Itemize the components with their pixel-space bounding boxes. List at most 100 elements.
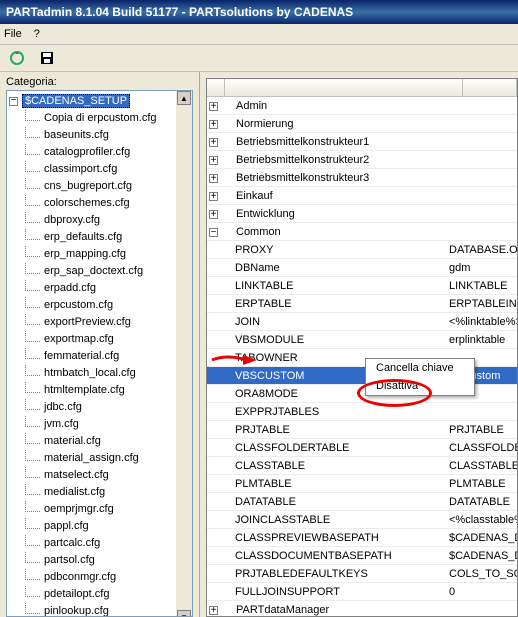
tree-item[interactable]: oemprjmgr.cfg bbox=[7, 500, 192, 517]
expand-icon[interactable]: + bbox=[209, 120, 218, 129]
tree-item[interactable]: jvm.cfg bbox=[7, 415, 192, 432]
tree-item[interactable]: material.cfg bbox=[7, 432, 192, 449]
grid-data-row[interactable]: CLASSTABLECLASSTABLE bbox=[207, 457, 517, 475]
grid-data-row[interactable]: EXPPRJTABLES bbox=[207, 403, 517, 421]
grid-value: <%classtable%> bbox=[445, 514, 517, 526]
grid-value: erplinktable bbox=[445, 334, 517, 346]
grid-group-row[interactable]: +Einkauf bbox=[207, 187, 517, 205]
tree-item[interactable]: pappl.cfg bbox=[7, 517, 192, 534]
grid-data-row[interactable]: DBNamegdm bbox=[207, 259, 517, 277]
grid-header bbox=[207, 79, 517, 97]
tree-item[interactable]: pdbconmgr.cfg bbox=[7, 568, 192, 585]
grid-key: CLASSFOLDERTABLE bbox=[207, 442, 350, 454]
expand-icon[interactable]: + bbox=[209, 192, 218, 201]
tree-item[interactable]: erp_sap_doctext.cfg bbox=[7, 262, 192, 279]
tree-item[interactable]: catalogprofiler.cfg bbox=[7, 143, 192, 160]
tree-item-label: femmaterial.cfg bbox=[42, 350, 121, 362]
tree-item[interactable]: cns_bugreport.cfg bbox=[7, 177, 192, 194]
grid-data-row[interactable]: ERPTABLEERPTABLEINI bbox=[207, 295, 517, 313]
tree-item[interactable]: erpcustom.cfg bbox=[7, 296, 192, 313]
tree-item-label: classimport.cfg bbox=[42, 163, 119, 175]
tree-item[interactable]: pdetailopt.cfg bbox=[7, 585, 192, 602]
grid-group-row[interactable]: +Betriebsmittelkonstrukteur2 bbox=[207, 151, 517, 169]
tree-item[interactable]: jdbc.cfg bbox=[7, 398, 192, 415]
grid-col-expand[interactable] bbox=[207, 79, 225, 96]
tree-item[interactable]: exportPreview.cfg bbox=[7, 313, 192, 330]
grid-data-row[interactable]: PLMTABLEPLMTABLE bbox=[207, 475, 517, 493]
tree-item-label: exportPreview.cfg bbox=[42, 316, 133, 328]
tree-item-label: Copia di erpcustom.cfg bbox=[42, 112, 159, 124]
tree-item[interactable]: htmbatch_local.cfg bbox=[7, 364, 192, 381]
tree-item[interactable]: Copia di erpcustom.cfg bbox=[7, 109, 192, 126]
scroll-up-icon[interactable]: ▲ bbox=[177, 91, 191, 105]
grid-data-row[interactable]: VBSMODULEerplinktable bbox=[207, 331, 517, 349]
grid-group-row[interactable]: −Common bbox=[207, 223, 517, 241]
grid-key: PRJTABLEDEFAULTKEYS bbox=[207, 568, 368, 580]
tree-view[interactable]: −$CADENAS_SETUP Copia di erpcustom.cfg bas… bbox=[6, 90, 193, 617]
tree-item[interactable]: exportmap.cfg bbox=[7, 330, 192, 347]
tree-item[interactable]: classimport.cfg bbox=[7, 160, 192, 177]
grid-data-row[interactable]: PRJTABLEDEFAULTKEYS COLS_TO_SO bbox=[207, 565, 517, 583]
expand-icon[interactable]: + bbox=[209, 210, 218, 219]
grid-group-row[interactable]: +Admin bbox=[207, 97, 517, 115]
grid-value: COLS_TO_SO bbox=[445, 568, 517, 580]
grid-key: LINKTABLE bbox=[207, 280, 294, 292]
tree-item[interactable]: pinlookup.cfg bbox=[7, 602, 192, 617]
tree-item[interactable]: partcalc.cfg bbox=[7, 534, 192, 551]
tree-item-label: partsol.cfg bbox=[42, 554, 97, 566]
grid-key: DATATABLE bbox=[207, 496, 296, 508]
ctx-disable[interactable]: Disattiva bbox=[366, 377, 474, 395]
grid-group-row[interactable]: +Entwicklung bbox=[207, 205, 517, 223]
expand-icon[interactable]: − bbox=[209, 228, 218, 237]
grid-group-row[interactable]: +PARTdataManager bbox=[207, 601, 517, 617]
grid-data-row[interactable]: LINKTABLELINKTABLE bbox=[207, 277, 517, 295]
tree-item[interactable]: baseunits.cfg bbox=[7, 126, 192, 143]
grid-value: $CADENAS_D bbox=[445, 550, 517, 562]
grid-data-row[interactable]: CLASSFOLDERTABLECLASSFOLDER bbox=[207, 439, 517, 457]
scrollbar[interactable]: ▲ ▼ bbox=[176, 91, 192, 616]
grid-data-row[interactable]: JOINCLASSTABLE<%classtable%> bbox=[207, 511, 517, 529]
ctx-delete-key[interactable]: Cancella chiave bbox=[366, 359, 474, 377]
grid-data-row[interactable]: FULLJOINSUPPORT0 bbox=[207, 583, 517, 601]
menu-file[interactable]: File bbox=[4, 28, 22, 40]
tree-item[interactable]: material_assign.cfg bbox=[7, 449, 192, 466]
grid-data-row[interactable]: DATATABLEDATATABLE bbox=[207, 493, 517, 511]
grid-group-row[interactable]: +Betriebsmittelkonstrukteur1 bbox=[207, 133, 517, 151]
grid-col-value[interactable] bbox=[463, 79, 517, 96]
tree-item-label: erpcustom.cfg bbox=[42, 299, 115, 311]
tree-item[interactable]: dbproxy.cfg bbox=[7, 211, 192, 228]
grid-data-row[interactable]: CLASSDOCUMENTBASEPATH $CADENAS_D bbox=[207, 547, 517, 565]
grid-value: DATABASE.OD bbox=[445, 244, 517, 256]
grid-group-row[interactable]: +Normierung bbox=[207, 115, 517, 133]
grid-group-row[interactable]: +Betriebsmittelkonstrukteur3 bbox=[207, 169, 517, 187]
expand-icon[interactable]: + bbox=[209, 138, 218, 147]
grid-data-row[interactable]: CLASSPREVIEWBASEPATH$CADENAS_D bbox=[207, 529, 517, 547]
tree-item-label: erp_sap_doctext.cfg bbox=[42, 265, 145, 277]
tree-item[interactable]: partsol.cfg bbox=[7, 551, 192, 568]
grid[interactable]: +Admin+Normierung+Betriebsmittelkonstruk… bbox=[206, 78, 518, 617]
expand-icon[interactable]: + bbox=[209, 606, 218, 615]
tree-root[interactable]: −$CADENAS_SETUP bbox=[7, 93, 192, 109]
tree-item[interactable]: erp_defaults.cfg bbox=[7, 228, 192, 245]
refresh-button[interactable] bbox=[6, 47, 28, 69]
expand-icon[interactable]: + bbox=[209, 174, 218, 183]
expand-icon[interactable]: + bbox=[209, 102, 218, 111]
grid-data-row[interactable]: JOIN<%linktable%>.e bbox=[207, 313, 517, 331]
grid-key: JOIN bbox=[207, 316, 260, 328]
tree-item[interactable]: medialist.cfg bbox=[7, 483, 192, 500]
expand-icon[interactable]: + bbox=[209, 156, 218, 165]
save-button[interactable] bbox=[36, 47, 58, 69]
tree-item[interactable]: colorschemes.cfg bbox=[7, 194, 192, 211]
tree-item[interactable]: matselect.cfg bbox=[7, 466, 192, 483]
grid-col-key[interactable] bbox=[225, 79, 463, 96]
tree-item[interactable]: femmaterial.cfg bbox=[7, 347, 192, 364]
left-pane: Categoria: −$CADENAS_SETUPCopia di erpcu… bbox=[0, 72, 200, 617]
grid-data-row[interactable]: PRJTABLEPRJTABLE bbox=[207, 421, 517, 439]
menu-help[interactable]: ? bbox=[34, 28, 40, 40]
tree-item[interactable]: erp_mapping.cfg bbox=[7, 245, 192, 262]
tree-item[interactable]: erpadd.cfg bbox=[7, 279, 192, 296]
scroll-down-icon[interactable]: ▼ bbox=[177, 610, 191, 617]
tree-item[interactable]: htmltemplate.cfg bbox=[7, 381, 192, 398]
grid-key: CLASSDOCUMENTBASEPATH bbox=[207, 550, 392, 562]
grid-data-row[interactable]: PROXYDATABASE.OD bbox=[207, 241, 517, 259]
